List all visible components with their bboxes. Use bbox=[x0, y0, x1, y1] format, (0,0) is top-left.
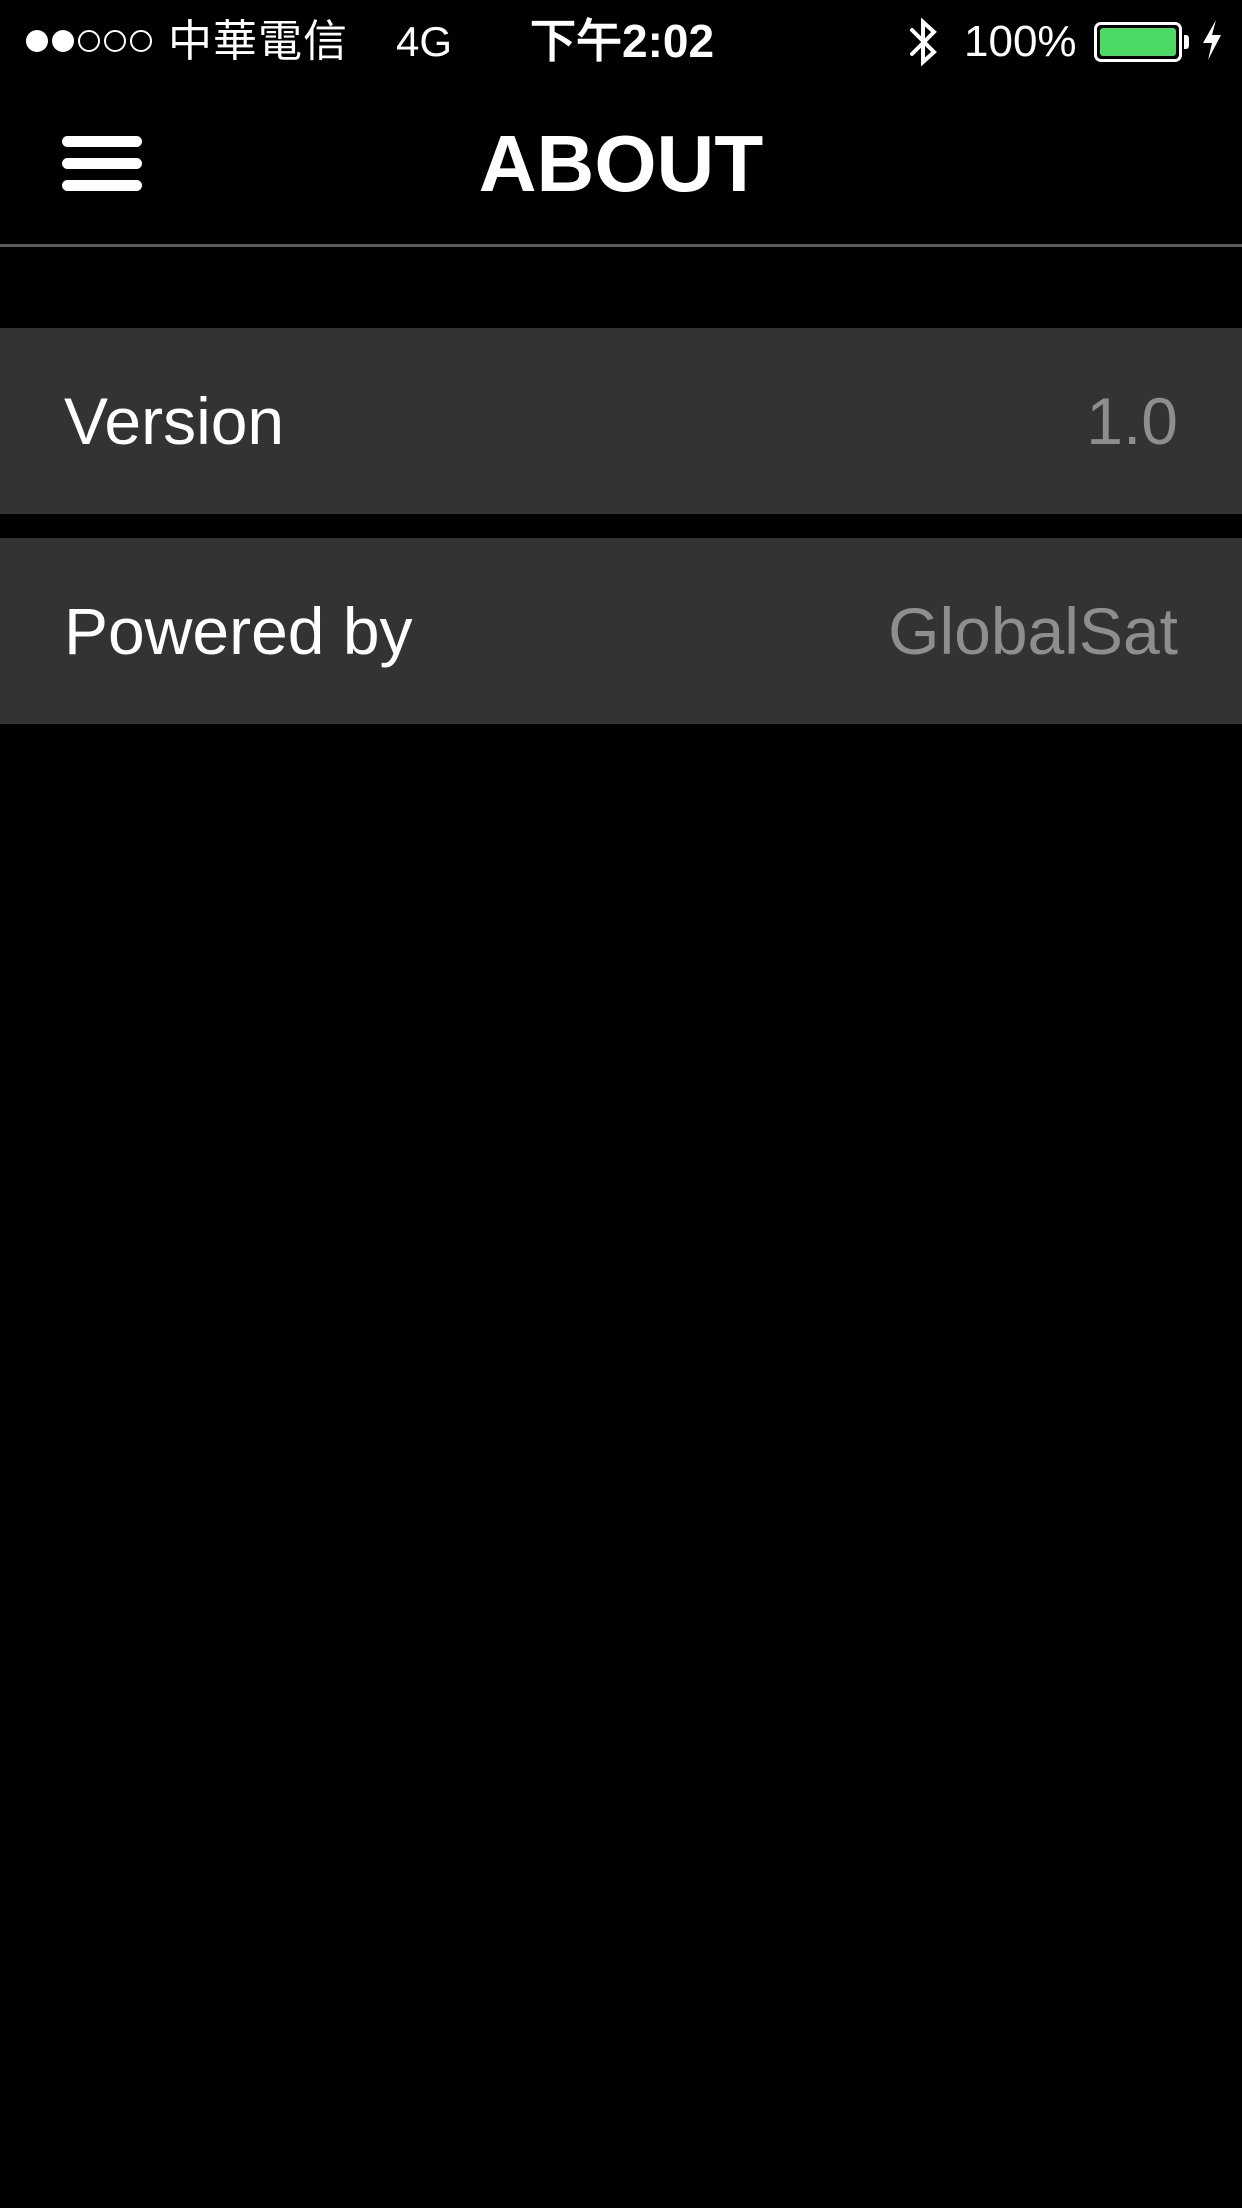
nav-divider bbox=[0, 244, 1242, 247]
powered-by-label: Powered by bbox=[64, 594, 413, 668]
status-bar: 中華電信 4G 下午2:02 100% bbox=[0, 0, 1242, 86]
battery-icon bbox=[1094, 22, 1182, 62]
battery-level-fill bbox=[1100, 28, 1176, 56]
network-type: 4G bbox=[396, 18, 453, 65]
carrier-name: 中華電信 bbox=[168, 16, 348, 67]
page-title: ABOUT bbox=[478, 119, 764, 208]
signal-dot-filled bbox=[52, 30, 74, 52]
powered-by-value: GlobalSat bbox=[888, 594, 1178, 668]
battery-tip bbox=[1184, 35, 1189, 49]
bluetooth-icon bbox=[910, 17, 937, 67]
charging-bolt-icon bbox=[1203, 20, 1221, 60]
powered-by-row: Powered by GlobalSat bbox=[0, 538, 1242, 724]
signal-strength-indicator bbox=[26, 26, 156, 56]
version-label: Version bbox=[64, 384, 285, 458]
signal-dot-empty bbox=[130, 30, 152, 52]
version-value: 1.0 bbox=[1086, 384, 1178, 458]
version-row: Version 1.0 bbox=[0, 328, 1242, 514]
signal-dot-filled bbox=[26, 30, 48, 52]
navigation-bar: ABOUT bbox=[0, 86, 1242, 247]
status-time: 下午2:02 bbox=[530, 15, 715, 67]
signal-dot-empty bbox=[104, 30, 126, 52]
signal-dot-empty bbox=[78, 30, 100, 52]
battery-percentage: 100% bbox=[964, 17, 1077, 66]
